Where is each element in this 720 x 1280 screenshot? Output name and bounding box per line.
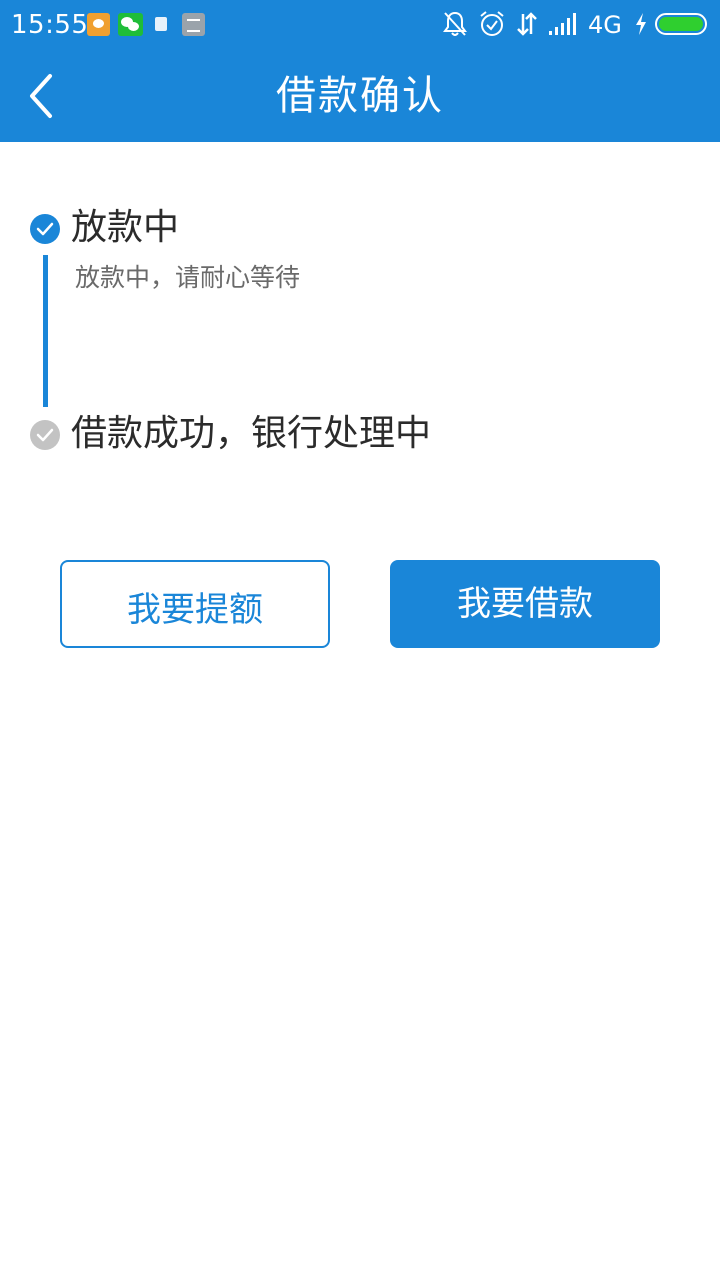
step-description: 放款中，请耐心等待 — [75, 263, 301, 292]
battery-icon — [655, 13, 707, 35]
raise-limit-button[interactable]: 我要提额 — [60, 560, 330, 648]
data-transfer-icon — [517, 12, 537, 36]
step-active-check-icon — [30, 214, 60, 244]
battery-level — [659, 17, 703, 31]
status-time: 15:55 — [11, 10, 89, 40]
status-bar: 15:55 4G — [0, 0, 720, 50]
list-app-icon — [182, 13, 205, 36]
borrow-button[interactable]: 我要借款 — [390, 560, 660, 648]
page-title: 借款确认 — [276, 73, 444, 119]
step-title: 借款成功，银行处理中 — [71, 413, 432, 454]
app-bar: 借款确认 — [0, 50, 720, 142]
bell-muted-icon — [443, 11, 467, 36]
alarm-icon — [480, 11, 504, 36]
step-pending-check-icon — [30, 420, 60, 450]
chat-bubble-icon — [87, 13, 110, 36]
charging-icon — [636, 13, 646, 35]
step-title: 放款中 — [71, 207, 180, 248]
network-type: 4G — [588, 11, 622, 39]
wechat-icon — [118, 13, 143, 36]
step-connector-line — [43, 255, 48, 407]
signal-icon — [549, 13, 576, 35]
document-icon — [155, 17, 167, 31]
